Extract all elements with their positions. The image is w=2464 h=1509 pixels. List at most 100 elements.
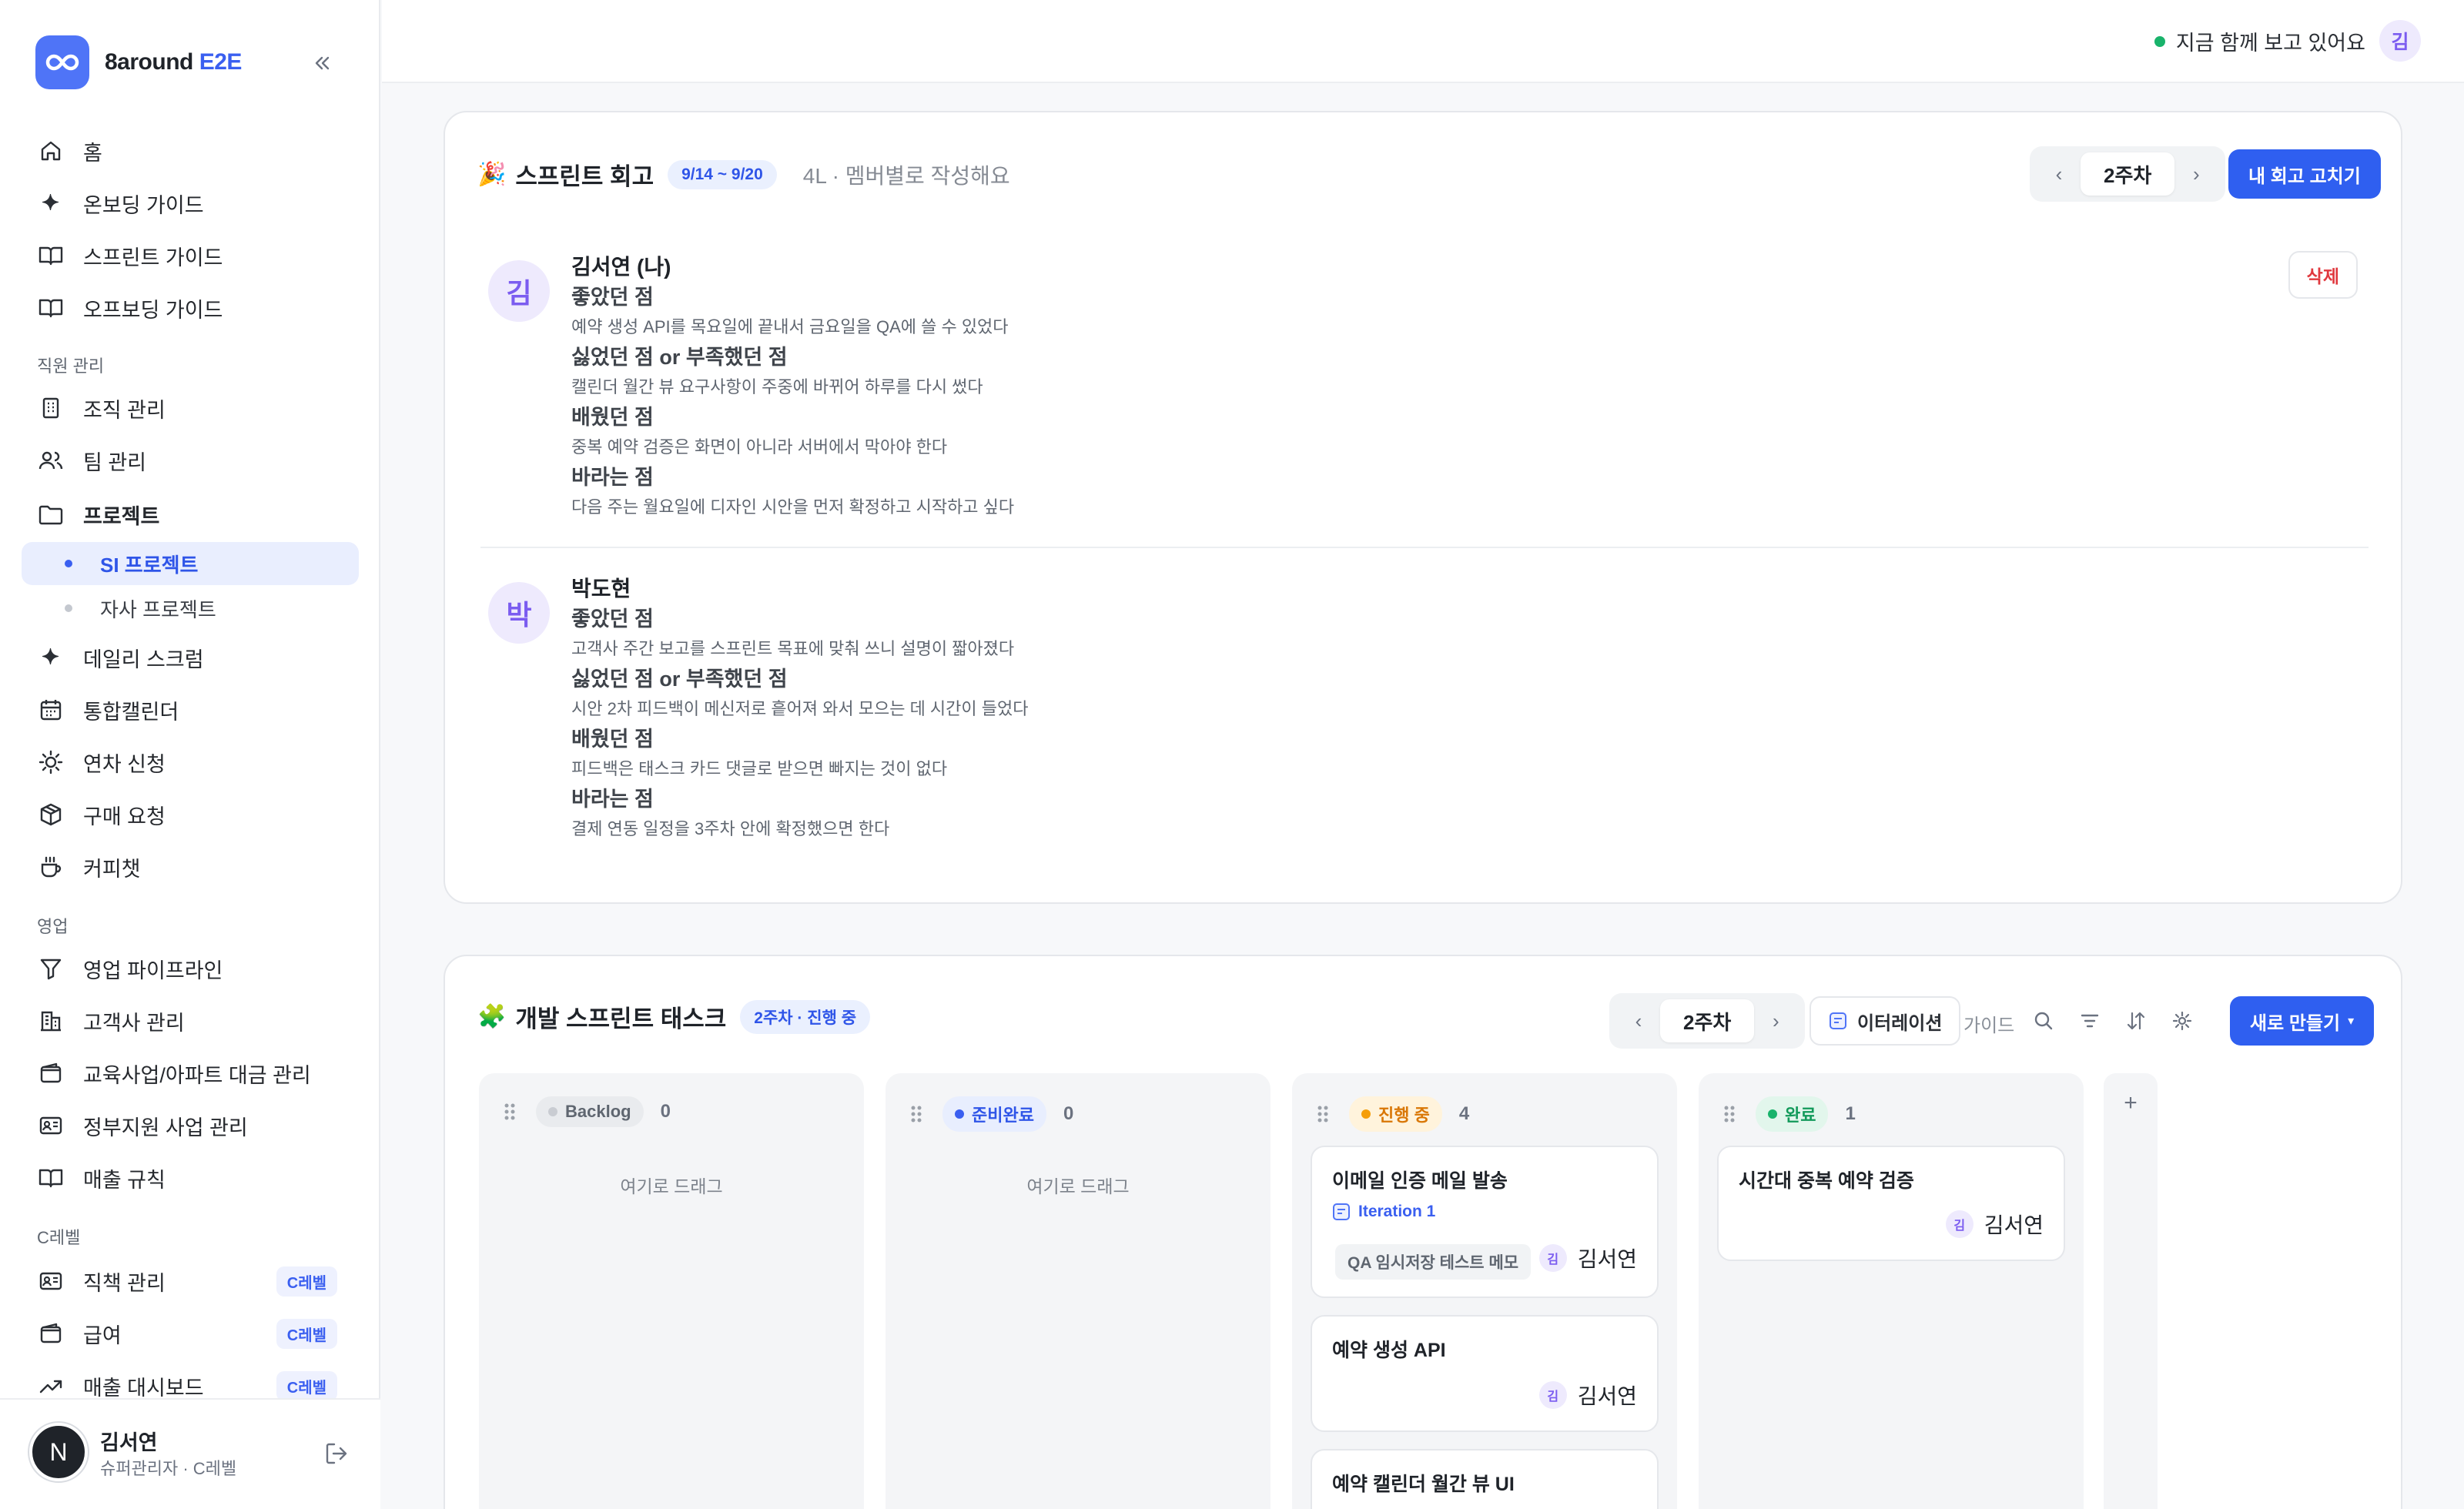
brand[interactable]: 8around E2E	[35, 35, 242, 89]
sidebar-item-pipeline[interactable]: 영업 파이프라인	[22, 947, 359, 990]
sidebar-subitem-own-project[interactable]: 자사 프로젝트	[22, 587, 359, 630]
avatar[interactable]: 김	[2379, 20, 2421, 62]
retro-title: 스프린트 회고	[515, 163, 654, 190]
current-week[interactable]: 2주차	[2081, 152, 2175, 196]
next-week-button[interactable]: ›	[1754, 1009, 1797, 1033]
task-title: 예약 캘린더 월간 뷰 UI	[1332, 1474, 1515, 1495]
sidebar-item-calendar[interactable]: 통합캘린더	[22, 688, 359, 731]
filter-lines-icon[interactable]	[2076, 1007, 2104, 1035]
column-count: 1	[1845, 1103, 1856, 1124]
sidebar-item-position[interactable]: 직책 관리 C레벨	[22, 1260, 359, 1303]
retro-author: 박도현	[571, 577, 631, 601]
drag-handle-icon[interactable]	[909, 1103, 924, 1125]
drag-handle-icon[interactable]	[502, 1101, 517, 1123]
sidebar-item-edu[interactable]: 교육사업/아파트 대금 관리	[22, 1052, 359, 1095]
current-week[interactable]: 2주차	[1660, 999, 1755, 1042]
sidebar-item-onboarding[interactable]: 온보딩 가이드	[22, 182, 359, 225]
prev-week-button[interactable]: ‹	[1617, 1009, 1660, 1033]
retro-question: 싫었던 점 or 부족했던 점	[571, 346, 788, 369]
avatar: 박	[488, 582, 550, 644]
iteration-button[interactable]: 이터레이션	[1810, 996, 1961, 1046]
edit-my-retro-button[interactable]: 내 회고 고치기	[2228, 149, 2381, 199]
kanban-column-ready: 준비완료 0 여기로 드래그	[886, 1073, 1270, 1509]
sidebar-subitem-si-project[interactable]: SI 프로젝트	[22, 542, 359, 585]
column-header: 진행 중 4	[1315, 1096, 1469, 1132]
retro-answer: 캘린더 월간 뷰 요구사항이 주중에 바뀌어 하루를 다시 썼다	[571, 377, 983, 396]
office-building-icon	[37, 1007, 65, 1035]
party-popper-icon: 🎉	[477, 162, 507, 187]
guide-link[interactable]: 가이드	[1964, 1010, 2014, 1037]
retro-question: 좋았던 점	[571, 607, 654, 631]
retro-entry-body: 박도현 좋았던 점 고객사 주간 보고를 스프린트 목표에 맞춰 쓰니 설명이 …	[571, 573, 1029, 845]
column-header: 완료 1	[1722, 1096, 1856, 1132]
sidebar-item-project[interactable]: 프로젝트	[22, 493, 359, 536]
search-icon[interactable]	[2030, 1007, 2057, 1035]
iteration-icon	[1830, 1012, 1846, 1029]
new-task-button[interactable]: 새로 만들기 ▾	[2230, 996, 2375, 1046]
sidebar-item-home[interactable]: 홈	[22, 129, 359, 172]
next-week-button[interactable]: ›	[2174, 162, 2218, 186]
week-selector: ‹ 2주차 ›	[2030, 146, 2226, 202]
c-level-badge: C레벨	[276, 1266, 337, 1297]
sidebar-item-coffee[interactable]: 커피챗	[22, 845, 359, 888]
sidebar-item-daily-scrum[interactable]: 데일리 스크럼	[22, 636, 359, 679]
sidebar-item-org[interactable]: 조직 관리	[22, 386, 359, 430]
sidebar-item-offboarding[interactable]: 오프보딩 가이드	[22, 286, 359, 330]
retro-answer: 피드백은 태스크 카드 댓글로 받으면 빠지는 것이 없다	[571, 759, 948, 778]
delete-button[interactable]: 삭제	[2288, 251, 2358, 299]
sidebar-item-team[interactable]: 팀 관리	[22, 439, 359, 482]
task-card[interactable]: 예약 생성 API 김 김서연	[1311, 1315, 1659, 1432]
bullet-icon	[65, 560, 72, 567]
sidebar-item-salary[interactable]: 급여 C레벨	[22, 1312, 359, 1355]
sidebar-item-gov[interactable]: 정부지원 사업 관리	[22, 1104, 359, 1147]
status-badge: Backlog	[536, 1096, 644, 1127]
sidebar-item-sprint-guide[interactable]: 스프린트 가이드	[22, 234, 359, 277]
avatar: 김	[1538, 1244, 1567, 1272]
task-card[interactable]: 예약 캘린더 월간 뷰 UI	[1311, 1449, 1659, 1509]
task-card[interactable]: 이메일 인증 메일 발송 Iteration 1 QA 임시저장 테스트 메모 …	[1311, 1146, 1659, 1298]
prev-week-button[interactable]: ‹	[2037, 162, 2081, 186]
status-dot-icon	[548, 1107, 557, 1116]
sidebar-item-leave[interactable]: 연차 신청	[22, 741, 359, 784]
section-heading-staff: 직원 관리	[37, 356, 105, 376]
sidebar-item-purchase[interactable]: 구매 요청	[22, 793, 359, 836]
retro-author: 김서연 (나)	[571, 255, 671, 279]
column-header: Backlog 0	[502, 1096, 671, 1127]
wallet-icon	[37, 1320, 65, 1347]
avatar[interactable]: N	[29, 1423, 88, 1481]
logout-icon[interactable]	[322, 1438, 353, 1469]
trending-up-icon	[37, 1372, 65, 1400]
dev-sprint-card: 🧩 개발 스프린트 태스크 2주차 · 진행 중 ‹ 2주차 › 이터레이션 가…	[444, 955, 2402, 1509]
online-dot-icon	[2154, 35, 2165, 47]
retro-answer: 고객사 주간 보고를 스프린트 목표에 맞춰 쓰니 설명이 짧아졌다	[571, 639, 1015, 658]
task-card[interactable]: 시간대 중복 예약 검증 김 김서연	[1717, 1146, 2065, 1261]
chevron-down-icon: ▾	[2348, 1015, 2355, 1028]
column-count: 4	[1458, 1103, 1470, 1124]
retro-question: 배웠던 점	[571, 406, 654, 429]
home-icon	[37, 137, 65, 165]
drag-handle-icon[interactable]	[1315, 1103, 1331, 1125]
retro-question: 배웠던 점	[571, 728, 654, 751]
settings-icon[interactable]	[2168, 1007, 2196, 1035]
retro-answer: 시안 2차 피드백이 메신저로 흩어져 와서 모으는 데 시간이 들었다	[571, 699, 1029, 718]
add-column-button[interactable]: +	[2104, 1073, 2158, 1509]
book-icon	[37, 1164, 65, 1192]
avatar: 김	[1945, 1210, 1974, 1238]
sparkle-icon	[37, 189, 65, 217]
sort-icon[interactable]	[2122, 1007, 2150, 1035]
plus-icon: +	[2124, 1090, 2138, 1116]
retro-entry-body: 김서연 (나) 좋았던 점 예약 생성 API를 목요일에 끝내서 금요일을 Q…	[571, 251, 1014, 524]
retro-question: 바라는 점	[571, 788, 654, 811]
sidebar-item-revenue-rules[interactable]: 매출 규칙	[22, 1156, 359, 1200]
status-dot-icon	[1361, 1109, 1371, 1119]
task-assignee: 김 김서연	[1538, 1243, 1637, 1273]
dev-title: 개발 스프린트 태스크	[515, 1005, 727, 1032]
task-assignee: 김 김서연	[1945, 1209, 2044, 1240]
sidebar-item-clients[interactable]: 고객사 관리	[22, 999, 359, 1042]
status-badge: 완료	[1756, 1096, 1829, 1132]
retro-subtitle: 4L · 멤버별로 작성해요	[802, 163, 1010, 188]
collapse-sidebar-icon[interactable]	[308, 49, 336, 77]
drag-handle-icon[interactable]	[1722, 1103, 1737, 1125]
section-heading-c-level: C레벨	[37, 1228, 81, 1247]
user-name: 김서연	[100, 1431, 158, 1454]
